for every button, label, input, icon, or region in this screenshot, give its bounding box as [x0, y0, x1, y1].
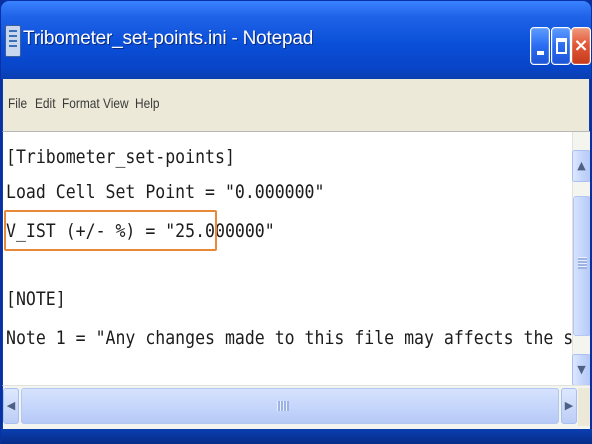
chevron-up-icon: ▲	[577, 159, 586, 172]
menu-view[interactable]: View	[103, 95, 129, 111]
menu-file[interactable]: File	[8, 95, 27, 111]
maximize-icon	[556, 38, 567, 54]
text-editor[interactable]: [Tribometer_set-points] Load Cell Set Po…	[2, 131, 590, 385]
vertical-scrollbar[interactable]: ▲ ▼	[572, 132, 590, 385]
highlight-box	[4, 210, 217, 251]
text-line: Load Cell Set Point = "0.000000"	[6, 181, 325, 203]
minimize-button[interactable]	[530, 27, 550, 65]
menu-format[interactable]: Format	[62, 95, 100, 111]
menu-edit[interactable]: Edit	[35, 95, 56, 111]
scroll-up-button[interactable]: ▲	[572, 150, 590, 182]
window-bottom-border	[1, 429, 592, 444]
grip-icon	[277, 401, 289, 411]
text-line: [NOTE]	[6, 288, 66, 310]
scroll-right-button[interactable]: ▶	[561, 388, 577, 424]
close-icon: ×	[573, 35, 589, 56]
chevron-left-icon: ◀	[6, 399, 16, 412]
horizontal-scrollbar[interactable]: ◀ ▶	[2, 385, 590, 429]
menu-help[interactable]: Help	[135, 95, 159, 111]
notepad-window: Tribometer_set-points.ini - Notepad × Fi…	[0, 0, 592, 444]
maximize-button[interactable]	[551, 27, 571, 65]
horizontal-scroll-thumb[interactable]	[21, 388, 559, 424]
text-line: [Tribometer_set-points]	[6, 146, 235, 168]
chevron-down-icon: ▼	[577, 363, 586, 376]
minimize-icon	[537, 51, 544, 55]
scroll-down-button[interactable]: ▼	[572, 354, 590, 385]
menu-bar: File Edit Format View Help	[2, 79, 590, 131]
title-bar[interactable]: Tribometer_set-points.ini - Notepad ×	[1, 1, 591, 79]
window-title: Tribometer_set-points.ini - Notepad	[23, 28, 314, 49]
close-button[interactable]: ×	[571, 27, 591, 65]
vertical-scroll-thumb[interactable]	[573, 196, 590, 336]
chevron-right-icon: ▶	[564, 399, 574, 412]
grip-icon	[578, 257, 587, 269]
scroll-left-button[interactable]: ◀	[3, 388, 19, 424]
text-line: Note 1 = "Any changes made to this file …	[6, 327, 590, 349]
size-grip[interactable]	[578, 388, 590, 426]
notepad-icon[interactable]	[5, 25, 21, 57]
